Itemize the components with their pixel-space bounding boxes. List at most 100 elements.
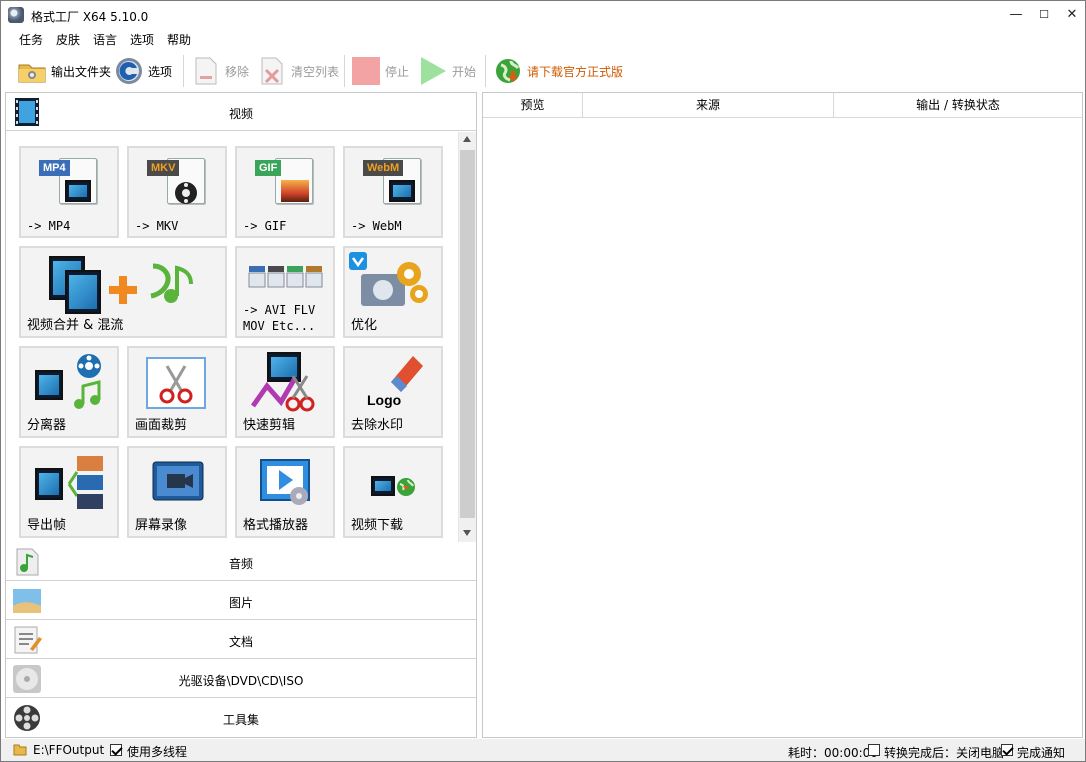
window-title: 格式工厂 X64 5.10.0 [31,10,149,24]
elapsed-time: 耗时：00:00:00 [788,746,878,760]
remove-label: 移除 [225,64,250,79]
convert-mp4-tile[interactable]: MP4 -> MP4 [19,146,119,238]
status-bar: E:\FFOutput 使用多线程 耗时：00:00:00 转换完成后：关闭电脑… [1,739,1085,761]
convert-webm-tile[interactable]: WebM -> WebM [343,146,443,238]
scrollbar-thumb[interactable] [460,150,475,518]
start-button[interactable]: 开始 [418,54,476,88]
format-player-tile[interactable]: 格式播放器 [235,446,335,538]
toolbar-separator [344,55,345,87]
tile-label: -> WebM [351,219,402,233]
folder-icon[interactable] [13,743,27,756]
export-frames-tile[interactable]: 导出帧 [19,446,119,538]
category-picture[interactable]: 图片 [6,582,476,620]
player-icon [260,459,310,505]
tile-label: 格式播放器 [243,518,309,533]
app-logo-icon [8,7,24,23]
convert-gif-tile[interactable]: GIF -> GIF [235,146,335,238]
category-audio[interactable]: 音频 [6,543,476,581]
globe-icon [493,56,523,86]
shutdown-checkbox[interactable] [868,744,880,756]
output-path[interactable]: E:\FFOutput [33,743,104,757]
multithread-checkbox[interactable] [110,744,122,756]
category-video[interactable]: 视频 [6,93,476,131]
gear-icon [114,56,144,86]
menu-help[interactable]: 帮助 [167,31,191,48]
globe-download-icon [397,478,415,496]
menu-options[interactable]: 选项 [130,31,154,48]
stop-label: 停止 [385,64,410,79]
category-tools[interactable]: 工具集 [6,699,476,737]
toolbar-separator [485,55,486,87]
scroll-down-icon[interactable] [463,530,471,536]
film-icon [371,476,395,496]
options-label: 选项 [148,64,173,79]
clear-list-label: 清空列表 [291,64,340,79]
maximize-button[interactable]: ☐ [1029,1,1059,29]
minimize-button[interactable]: — [1001,1,1031,29]
close-button[interactable]: ✕ [1057,1,1086,29]
clear-list-button[interactable]: 清空列表 [257,54,339,88]
toolbar-separator [183,55,184,87]
optimize-tile[interactable]: 优化 [343,246,443,338]
remove-button[interactable]: 移除 [191,54,249,88]
stop-button[interactable]: 停止 [351,54,409,88]
quick-clip-tile[interactable]: 快速剪辑 [235,346,335,438]
tile-label: -> GIF [243,219,287,233]
tile-label: -> MP4 [27,219,71,233]
remove-watermark-tile[interactable]: Logo 去除水印 [343,346,443,438]
plus-music-icon [109,263,193,304]
video-download-tile[interactable]: 视频下载 [343,446,443,538]
splitter-tile[interactable]: 分离器 [19,346,119,438]
options-button[interactable]: 选项 [114,54,172,88]
toolbar: 输出文件夹 选项 移除 清空列表 停止 开始 请下载官方正式版 [1,51,1085,91]
mkv-badge: MKV [147,160,180,176]
shutdown-label: 转换完成后：关闭电脑 [884,746,1005,760]
column-preview[interactable]: 预览 [483,93,583,118]
tile-label: -> MKV [135,219,179,233]
column-source[interactable]: 来源 [583,93,834,118]
output-folder-button[interactable]: 输出文件夹 [17,54,111,88]
title-bar: 格式工厂 X64 5.10.0 — ☐ ✕ [1,1,1085,29]
tile-label: 视频合并 & 混流 [27,318,124,333]
video-merge-tile[interactable]: 视频合并 & 混流 [19,246,227,338]
tile-label: 屏幕录像 [135,518,188,533]
video-tools-grid: MP4 -> MP4 MKV -> MKV GIF -> GIF WebM ->… [6,132,458,542]
crop-tile[interactable]: 画面裁剪 [127,346,227,438]
video-grid-scrollbar[interactable] [458,132,476,542]
output-folder-label: 输出文件夹 [51,64,112,79]
clear-list-icon [257,56,287,86]
category-document[interactable]: 文档 [6,621,476,659]
logo-text: Logo [367,392,402,408]
scroll-up-icon[interactable] [463,136,471,142]
sunset-image-icon [281,180,309,202]
menu-language[interactable]: 语言 [93,31,117,48]
tile-label: 去除水印 [351,418,404,433]
mp4-badge: MP4 [39,160,70,176]
screen-recorder-icon [152,461,204,501]
app-window: 格式工厂 X64 5.10.0 — ☐ ✕ 任务 皮肤 语言 选项 帮助 输出文… [0,0,1086,762]
convert-other-formats-tile[interactable]: -> AVI FLV MOV Etc... [235,246,335,338]
convert-mkv-tile[interactable]: MKV -> MKV [127,146,227,238]
notify-label: 完成通知 [1017,746,1066,760]
tile-label: -> AVI FLV MOV Etc... [243,303,316,333]
film-icon [65,180,91,202]
menu-task[interactable]: 任务 [19,31,43,48]
column-output-status[interactable]: 输出 / 转换状态 [834,93,1082,118]
category-disc[interactable]: 光驱设备\DVD\CD\ISO [6,660,476,698]
webm-badge: WebM [363,160,404,176]
film-icon [389,180,415,202]
category-tools-label: 工具集 [222,713,259,727]
tile-label: 画面裁剪 [135,418,188,433]
tile-label: 优化 [351,318,378,333]
play-icon [418,56,448,86]
download-official-link[interactable]: 请下载官方正式版 [493,54,623,88]
tile-label: 分离器 [27,418,67,433]
menu-skin[interactable]: 皮肤 [56,31,80,48]
notify-checkbox[interactable] [1001,744,1013,756]
category-picture-label: 图片 [228,596,253,610]
film-icon [35,370,63,400]
category-document-label: 文档 [228,635,253,649]
category-disc-label: 光驱设备\DVD\CD\ISO [178,674,304,688]
screen-record-tile[interactable]: 屏幕录像 [127,446,227,538]
multi-format-icon [248,266,323,288]
